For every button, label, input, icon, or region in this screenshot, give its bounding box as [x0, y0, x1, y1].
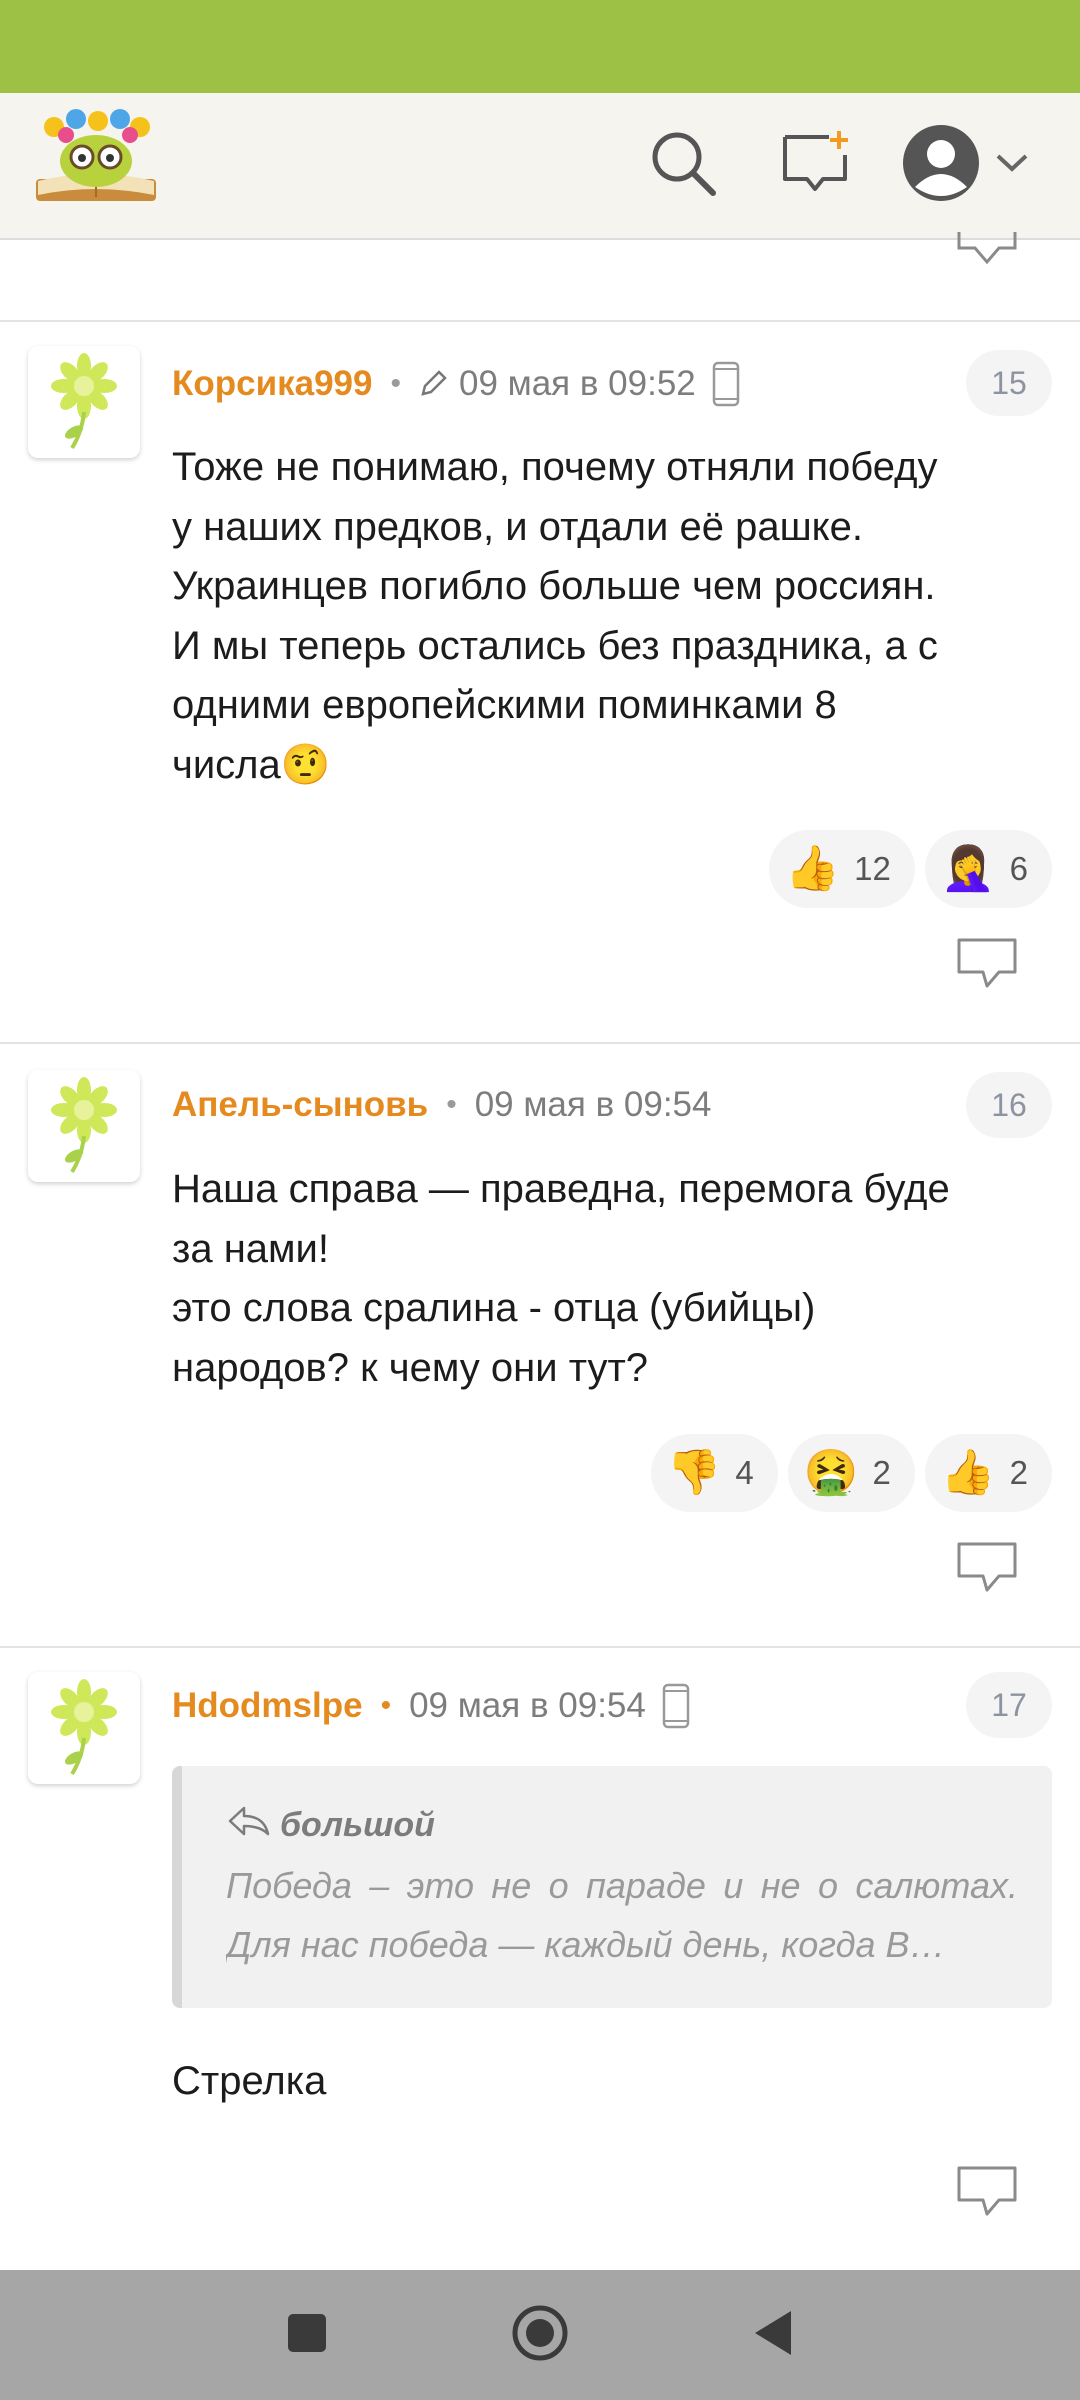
- chevron-down-icon: [995, 153, 1029, 178]
- reply-button[interactable]: [955, 2164, 1019, 2218]
- comment-number[interactable]: 15: [966, 350, 1052, 416]
- quote-text: Победа – это не о параде и не о салютах.…: [226, 1865, 1018, 1965]
- mobile-device-icon: [662, 1683, 690, 1729]
- profile-menu-button[interactable]: [895, 123, 1035, 208]
- reactions: 👎 4 🤮 2 👍 2: [650, 1434, 1052, 1512]
- reaction-dislike[interactable]: 👎 4: [650, 1434, 778, 1512]
- avatar[interactable]: [28, 346, 140, 458]
- comment-date: 09 мая в 09:52: [459, 364, 696, 403]
- reactions: 👍 12 🤦‍♀️ 6: [769, 830, 1052, 908]
- recent-apps-icon: [285, 2311, 329, 2360]
- status-bar: [0, 0, 1080, 93]
- text-line: Тоже не понимаю, почему отняли победу: [172, 445, 938, 489]
- reaction-vomit[interactable]: 🤮 2: [787, 1434, 915, 1512]
- mobile-device-icon: [712, 361, 740, 407]
- meta-separator: •: [390, 367, 401, 400]
- home-icon: [510, 2303, 570, 2368]
- home-button[interactable]: [500, 2295, 580, 2375]
- meta-separator: •: [446, 1088, 457, 1121]
- reaction-count: 2: [872, 1454, 891, 1491]
- comment-meta: Апель-сыновь • 09 мая в 09:54: [172, 1080, 711, 1130]
- quote-author: большой: [280, 1805, 435, 1844]
- text-line: одними европейскими поминками 8: [172, 683, 837, 727]
- search-button[interactable]: [643, 125, 723, 205]
- reply-button[interactable]: [955, 936, 1019, 990]
- comment-author[interactable]: Апель-сыновь: [172, 1085, 428, 1125]
- facepalm-icon: 🤦‍♀️: [940, 844, 996, 893]
- comment-date: 09 мая в 09:54: [409, 1686, 646, 1725]
- new-message-button[interactable]: [775, 125, 855, 205]
- text-line: народов? к чему они тут?: [172, 1345, 649, 1390]
- thumbs-down-icon: 👎: [666, 1448, 722, 1497]
- text-line: И мы теперь остались без праздника, а с: [172, 623, 938, 668]
- reaction-count: 4: [735, 1454, 754, 1491]
- reply-button[interactable]: [955, 230, 1019, 270]
- profile-avatar-icon: [901, 123, 981, 208]
- reaction-count: 6: [1009, 850, 1028, 887]
- reaction-facepalm[interactable]: 🤦‍♀️ 6: [924, 830, 1052, 908]
- comment-divider: [0, 1042, 1080, 1044]
- text-line: Украинцев погибло больше чем россиян.: [172, 564, 936, 608]
- text-line: Наша справа — праведна, перемога буде: [172, 1167, 950, 1211]
- comment-author[interactable]: Корсика999: [172, 364, 372, 404]
- back-icon: [751, 2308, 795, 2363]
- comment-text: Стрелка: [172, 2052, 1052, 2112]
- back-button[interactable]: [733, 2295, 813, 2375]
- comment-divider: [0, 1646, 1080, 1648]
- comment-author[interactable]: Hdodmslpe: [172, 1686, 363, 1726]
- book-owl-logo[interactable]: [32, 107, 160, 217]
- top-bar: [0, 93, 1080, 240]
- quoted-comment[interactable]: большой Победа – это не о параде и не о …: [172, 1766, 1052, 2008]
- new-message-icon: [779, 127, 851, 204]
- text-line: числа🤨: [172, 742, 331, 787]
- text-line: Стрелка: [172, 2059, 327, 2103]
- reaction-count: 12: [854, 850, 891, 887]
- reply-button[interactable]: [955, 1540, 1019, 1594]
- vomiting-face-icon: 🤮: [803, 1448, 859, 1497]
- comment-meta: Hdodmslpe • 09 мая в 09:54: [172, 1681, 690, 1731]
- comment-divider: [0, 320, 1080, 322]
- comment-text: Наша справа — праведна, перемога буде за…: [172, 1160, 1052, 1398]
- avatar[interactable]: [28, 1672, 140, 1784]
- pencil-icon: [419, 370, 447, 398]
- meta-separator: •: [380, 1689, 392, 1722]
- reply-arrow-icon: [226, 1804, 272, 1847]
- recent-apps-button[interactable]: [267, 2295, 347, 2375]
- comment-number[interactable]: 17: [966, 1672, 1052, 1738]
- quote-header: большой: [226, 1800, 1018, 1850]
- reaction-like[interactable]: 👍 12: [769, 830, 915, 908]
- system-navigation-bar: [0, 2270, 1080, 2400]
- comment-meta: Корсика999 • 09 мая в 09:52: [172, 359, 740, 409]
- avatar[interactable]: [28, 1070, 140, 1182]
- thumbs-up-icon: 👍: [940, 1448, 996, 1497]
- reaction-count: 2: [1009, 1454, 1028, 1491]
- text-line: это слова сралина - отца (убийцы): [172, 1286, 816, 1330]
- thumbs-up-icon: 👍: [785, 844, 841, 893]
- search-icon: [647, 127, 719, 204]
- comment-date: 09 мая в 09:54: [474, 1085, 712, 1124]
- reaction-like[interactable]: 👍 2: [924, 1434, 1052, 1512]
- comment-number[interactable]: 16: [966, 1072, 1052, 1138]
- text-line: у наших предков, и отдали её рашке.: [172, 504, 863, 549]
- text-line: за нами!: [172, 1226, 329, 1271]
- comment-text: Тоже не понимаю, почему отняли победу у …: [172, 438, 1052, 795]
